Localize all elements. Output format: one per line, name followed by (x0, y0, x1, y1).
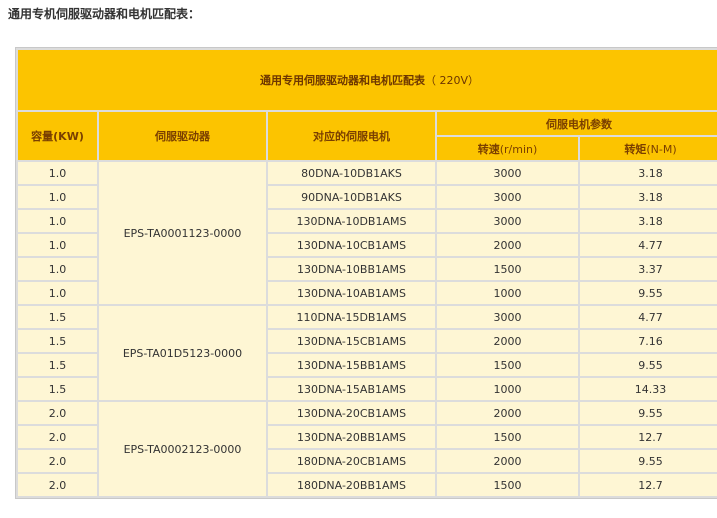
cell-motor: 110DNA-15DB1AMS (268, 306, 435, 328)
cell-motor: 180DNA-20CB1AMS (268, 450, 435, 472)
cell-torque: 9.55 (580, 450, 717, 472)
cell-speed: 1500 (437, 474, 578, 496)
cell-capacity: 2.0 (18, 450, 97, 472)
page-heading: 通用专机伺服驱动器和电机匹配表： (8, 7, 201, 21)
cell-torque: 3.18 (580, 210, 717, 232)
cell-speed: 3000 (437, 210, 578, 232)
table-row: 1.0 EPS-TA0001123-0000 80DNA-10DB1AKS 3000 3… (18, 162, 717, 304)
cell-motor: 130DNA-10BB1AMS (268, 258, 435, 280)
cell-speed: 1500 (437, 426, 578, 448)
cell-driver: EPS-TA0001123-0000 (99, 162, 266, 304)
cell-speed: 1000 (437, 282, 578, 304)
cell-torque: 9.55 (580, 354, 717, 376)
cell-motor: 130DNA-10CB1AMS (268, 234, 435, 256)
cell-torque: 4.77 (580, 306, 717, 328)
cell-speed: 2000 (437, 450, 578, 472)
cell-torque: 14.33 (580, 378, 717, 400)
table-title-voltage: （ 220V） (424, 74, 480, 87)
cell-torque: 3.18 (580, 162, 717, 184)
cell-speed: 1000 (437, 378, 578, 400)
cell-motor: 90DNA-10DB1AKS (268, 186, 435, 208)
header-motor: 对应的伺服电机 (268, 112, 435, 160)
cell-capacity: 1.0 (18, 162, 97, 184)
table-title-main: 通用专用伺服驱动器和电机匹配表 (259, 74, 425, 87)
cell-capacity: 1.0 (18, 186, 97, 208)
cell-speed: 1500 (437, 354, 578, 376)
cell-driver: EPS-TA0002123-0000 (99, 402, 266, 496)
header-speed-label: 转速 (477, 142, 500, 156)
header-torque-unit: (N-M) (646, 142, 677, 156)
cell-speed: 1500 (437, 258, 578, 280)
cell-motor: 80DNA-10DB1AKS (268, 162, 435, 184)
cell-motor: 130DNA-15BB1AMS (268, 354, 435, 376)
cell-speed: 3000 (437, 186, 578, 208)
table-body: 1.0 EPS-TA0001123-0000 80DNA-10DB1AKS 3000 3… (18, 162, 717, 496)
cell-motor: 130DNA-20BB1AMS (268, 426, 435, 448)
cell-torque: 3.18 (580, 186, 717, 208)
cell-speed: 3000 (437, 162, 578, 184)
cell-speed: 2000 (437, 234, 578, 256)
header-speed-unit: (r/min) (499, 142, 538, 156)
header-capacity: 容量(KW) (18, 112, 97, 160)
cell-motor: 130DNA-20CB1AMS (268, 402, 435, 424)
cell-torque: 9.55 (580, 402, 717, 424)
table-row: 1.5 EPS-TA01D5123-0000 110DNA-15DB1AMS 3000… (18, 306, 717, 400)
cell-speed: 3000 (437, 306, 578, 328)
cell-motor: 130DNA-10DB1AMS (268, 210, 435, 232)
cell-capacity: 1.0 (18, 258, 97, 280)
header-torque: 转矩(N-M) (580, 137, 717, 160)
cell-torque: 3.37 (580, 258, 717, 280)
header-speed: 转速(r/min) (437, 137, 578, 160)
cell-driver: EPS-TA01D5123-0000 (99, 306, 266, 400)
cell-motor: 130DNA-10AB1AMS (268, 282, 435, 304)
cell-capacity: 1.5 (18, 354, 97, 376)
header-motor-params: 伺服电机参数 (437, 112, 717, 135)
cell-torque: 12.7 (580, 474, 717, 496)
cell-torque: 9.55 (580, 282, 717, 304)
cell-motor: 180DNA-20BB1AMS (268, 474, 435, 496)
table-row: 2.0 EPS-TA0002123-0000 130DNA-20CB1AMS 2000… (18, 402, 717, 496)
cell-capacity: 1.0 (18, 282, 97, 304)
cell-motor: 130DNA-15CB1AMS (268, 330, 435, 352)
cell-capacity: 1.5 (18, 306, 97, 328)
cell-motor: 130DNA-15AB1AMS (268, 378, 435, 400)
cell-capacity: 2.0 (18, 474, 97, 496)
table-title: 通用专用伺服驱动器和电机匹配表（ 220V） (18, 50, 717, 110)
cell-torque: 4.77 (580, 234, 717, 256)
cell-torque: 7.16 (580, 330, 717, 352)
cell-capacity: 2.0 (18, 426, 97, 448)
header-torque-label: 转矩 (624, 142, 647, 156)
servo-match-table: 通用专用伺服驱动器和电机匹配表（ 220V） 容量(KW) 伺服驱动器 对应的伺… (15, 47, 717, 499)
cell-speed: 2000 (437, 402, 578, 424)
cell-capacity: 1.5 (18, 330, 97, 352)
cell-capacity: 1.0 (18, 210, 97, 232)
header-driver: 伺服驱动器 (99, 112, 266, 160)
cell-speed: 2000 (437, 330, 578, 352)
cell-capacity: 2.0 (18, 402, 97, 424)
cell-capacity: 1.5 (18, 378, 97, 400)
cell-capacity: 1.0 (18, 234, 97, 256)
cell-torque: 12.7 (580, 426, 717, 448)
